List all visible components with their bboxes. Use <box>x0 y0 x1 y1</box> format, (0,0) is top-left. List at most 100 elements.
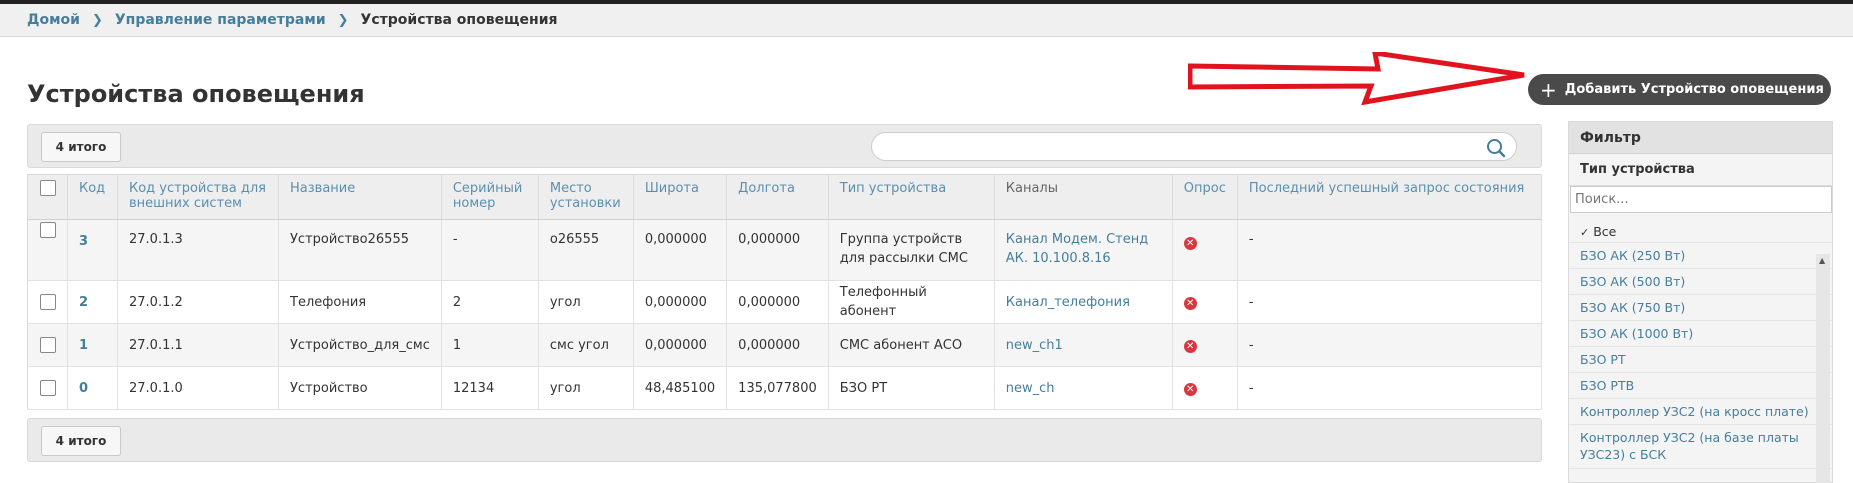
channel-link[interactable]: Канал_телефония <box>1006 295 1130 310</box>
error-circle-icon: ✕ <box>1183 296 1197 310</box>
add-device-label: Добавить Устройство оповещения <box>1564 82 1824 97</box>
device-code-link[interactable]: 2 <box>79 295 88 310</box>
channel-link[interactable]: Канал Модем. Стенд АК. 10.100.8.16 <box>1006 232 1148 266</box>
table-header-row: Код Код устройства для внешних систем На… <box>27 174 1543 220</box>
device-code-link[interactable]: 0 <box>79 381 88 396</box>
filter-option[interactable]: БЗО АК (250 Вт) <box>1569 243 1832 269</box>
search-icon[interactable] <box>1486 138 1506 158</box>
filter-option[interactable]: БЗО АК (1000 Вт) <box>1569 321 1832 347</box>
col-latitude[interactable]: Широта <box>633 174 728 220</box>
total-count-button[interactable]: 4 итого <box>41 426 121 456</box>
error-circle-icon: ✕ <box>1183 339 1197 353</box>
check-icon: ✓ <box>1580 226 1590 239</box>
row-select-cell <box>27 366 68 410</box>
location-cell: смс угол <box>538 323 634 367</box>
table-row: 0 27.0.1.0 Устройство 12134 угол 48,4851… <box>27 366 1543 410</box>
longitude-cell: 0,000000 <box>726 323 829 367</box>
row-checkbox[interactable] <box>39 337 56 353</box>
code-cell: 3 <box>67 219 118 281</box>
name-cell: Устройство26555 <box>278 219 442 281</box>
page-title: Устройства оповещения <box>27 80 365 108</box>
search-box <box>871 132 1517 161</box>
poll-cell: ✕ <box>1172 219 1238 281</box>
external-code-cell: 27.0.1.1 <box>117 323 279 367</box>
row-select-cell <box>27 323 68 367</box>
name-cell: Устройство_для_смс <box>278 323 442 367</box>
col-name[interactable]: Название <box>278 174 442 220</box>
row-checkbox[interactable] <box>39 294 56 310</box>
last-request-cell: - <box>1237 219 1543 281</box>
latitude-cell: 0,000000 <box>633 219 728 281</box>
external-code-cell: 27.0.1.0 <box>117 366 279 410</box>
scroll-up-icon[interactable]: ▲ <box>1819 256 1825 265</box>
table-row: 3 27.0.1.3 Устройство26555 - о26555 0,00… <box>27 219 1543 281</box>
row-select-cell <box>27 219 68 281</box>
breadcrumb-home-link[interactable]: Домой <box>27 12 80 28</box>
external-code-cell: 27.0.1.2 <box>117 280 279 324</box>
filter-search-box <box>1570 186 1832 213</box>
breadcrumb-current: Устройства оповещения <box>360 12 558 28</box>
location-cell: о26555 <box>538 219 634 281</box>
filter-section-device-type[interactable]: Тип устройства <box>1569 154 1832 186</box>
channel-link[interactable]: new_ch <box>1006 381 1055 396</box>
search-input[interactable] <box>886 133 1486 160</box>
col-serial[interactable]: Серийный номер <box>441 174 539 220</box>
filter-option[interactable]: БЗО АК (750 Вт) <box>1569 295 1832 321</box>
code-cell: 1 <box>67 323 118 367</box>
name-cell: Телефония <box>278 280 442 324</box>
filter-option[interactable]: БЗО РТВ <box>1569 373 1832 399</box>
filter-option[interactable]: Контроллер УЗС2 (на кросс плате) <box>1569 399 1832 425</box>
serial-cell: 1 <box>441 323 539 367</box>
channel-link[interactable]: new_ch1 <box>1006 338 1063 353</box>
device-code-link[interactable]: 1 <box>79 338 88 353</box>
chevron-right-icon: ❯ <box>337 12 349 28</box>
row-select-cell <box>27 280 68 324</box>
error-circle-icon: ✕ <box>1183 382 1197 396</box>
select-all-cell <box>27 174 68 220</box>
col-external-code[interactable]: Код устройства для внешних систем <box>117 174 279 220</box>
channel-cell: Канал_телефония <box>994 280 1173 324</box>
results-toolbar: 4 итого <box>27 124 1542 168</box>
col-poll[interactable]: Опрос <box>1172 174 1238 220</box>
serial-cell: 2 <box>441 280 539 324</box>
filter-option[interactable]: Контроллер УЗС2 (на базе платы УЗС23) с … <box>1569 425 1832 469</box>
filter-option[interactable]: БЗО РТ <box>1569 347 1832 373</box>
results-footer-toolbar: 4 итого <box>27 418 1542 462</box>
longitude-cell: 0,000000 <box>726 280 829 324</box>
error-circle-icon: ✕ <box>1183 237 1197 250</box>
select-all-checkbox[interactable] <box>39 180 56 196</box>
location-cell: угол <box>538 280 634 324</box>
col-type[interactable]: Тип устройства <box>828 174 995 220</box>
code-cell: 2 <box>67 280 118 324</box>
col-longitude[interactable]: Долгота <box>726 174 829 220</box>
type-cell: СМС абонент АСО <box>828 323 995 367</box>
poll-cell: ✕ <box>1172 366 1238 410</box>
total-count-button[interactable]: 4 итого <box>41 132 121 162</box>
col-location[interactable]: Место установки <box>538 174 634 220</box>
filter-panel: Фильтр Тип устройства ✓Все БЗО АК (250 В… <box>1568 121 1833 483</box>
filter-options-list: ✓ Все БЗО АК (250 Вт) БЗО АК (500 Вт) БЗО… <box>1569 219 1832 469</box>
filter-option[interactable]: БЗО АК (500 Вт) <box>1569 269 1832 295</box>
longitude-cell: 0,000000 <box>726 219 829 281</box>
col-last-request[interactable]: Последний успешный запрос состояния <box>1237 174 1543 220</box>
col-code[interactable]: Код <box>67 174 118 220</box>
row-checkbox[interactable] <box>39 221 56 238</box>
add-device-button[interactable]: + Добавить Устройство оповещения <box>1528 74 1831 105</box>
device-code-link[interactable]: 3 <box>79 234 88 249</box>
row-checkbox[interactable] <box>39 380 56 396</box>
type-cell: БЗО РТ <box>828 366 995 410</box>
poll-cell: ✕ <box>1172 280 1238 324</box>
channel-cell: Канал Модем. Стенд АК. 10.100.8.16 <box>994 219 1173 281</box>
external-code-cell: 27.0.1.3 <box>117 219 279 281</box>
filter-option-all[interactable]: ✓ Все <box>1569 219 1832 243</box>
channel-cell: new_ch <box>994 366 1173 410</box>
devices-table: Код Код устройства для внешних систем На… <box>27 174 1543 410</box>
last-request-cell: - <box>1237 366 1543 410</box>
longitude-cell: 135,077800 <box>726 366 829 410</box>
filter-scrollbar[interactable] <box>1816 254 1830 483</box>
breadcrumb-params-link[interactable]: Управление параметрами <box>115 12 326 28</box>
filter-search-input[interactable] <box>1571 191 1831 208</box>
latitude-cell: 0,000000 <box>633 323 728 367</box>
location-cell: угол <box>538 366 634 410</box>
red-arrow-annotation <box>1188 52 1525 106</box>
